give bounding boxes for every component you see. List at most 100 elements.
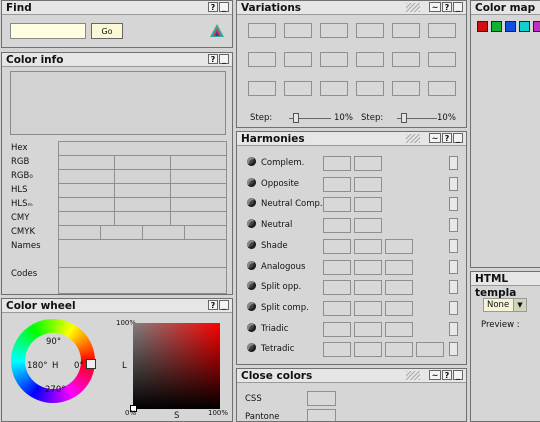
color-map-swatch[interactable] (477, 21, 488, 32)
harmony-select-button[interactable] (449, 156, 458, 170)
color-info-field[interactable] (58, 267, 227, 294)
variation-swatch[interactable] (392, 52, 420, 67)
variation-swatch[interactable] (248, 52, 276, 67)
minimize-button[interactable]: _ (453, 370, 463, 380)
wave-icon[interactable]: ~ (429, 2, 441, 12)
harmony-swatch[interactable] (323, 238, 351, 254)
drag-grip[interactable] (406, 134, 420, 143)
harmony-radio[interactable] (247, 343, 256, 353)
color-info-field[interactable] (114, 183, 171, 198)
minimize-button[interactable]: _ (219, 2, 229, 12)
color-map-swatch[interactable] (533, 21, 540, 32)
close-color-css-swatch[interactable] (307, 391, 336, 406)
step-slider-1-knob[interactable] (293, 113, 299, 123)
minimize-button[interactable]: _ (219, 300, 229, 310)
variation-swatch[interactable] (248, 23, 276, 38)
harmony-select-button[interactable] (449, 321, 458, 336)
drag-grip[interactable] (406, 371, 420, 380)
variation-swatch[interactable] (356, 52, 384, 67)
harmony-radio[interactable] (247, 157, 256, 166)
harmony-radio[interactable] (247, 322, 256, 332)
step-slider-2-knob[interactable] (401, 113, 407, 123)
color-info-field[interactable] (170, 211, 227, 226)
help-button[interactable]: ? (442, 370, 452, 380)
color-info-field[interactable] (114, 211, 171, 226)
variation-swatch[interactable] (392, 81, 420, 96)
harmony-swatch[interactable] (385, 259, 413, 275)
variation-swatch[interactable] (428, 23, 456, 38)
help-button[interactable]: ? (442, 2, 452, 12)
color-info-field[interactable] (58, 239, 227, 268)
harmony-swatch[interactable] (354, 218, 382, 234)
harmony-swatch[interactable] (323, 218, 351, 234)
harmony-swatch[interactable] (416, 342, 444, 358)
harmony-swatch[interactable] (354, 300, 382, 316)
variation-swatch[interactable] (248, 81, 276, 96)
color-info-field[interactable] (142, 225, 185, 240)
harmony-radio[interactable] (247, 260, 256, 270)
color-map-swatch[interactable] (505, 21, 516, 32)
color-info-field[interactable] (170, 183, 227, 198)
harmony-swatch[interactable] (323, 156, 351, 171)
harmony-swatch[interactable] (385, 280, 413, 296)
color-info-field[interactable] (170, 155, 227, 170)
harmony-swatch[interactable] (354, 321, 382, 337)
harmony-swatch[interactable] (323, 280, 351, 296)
hue-marker[interactable] (86, 359, 96, 369)
saturation-lightness-box[interactable] (133, 323, 220, 409)
help-button[interactable]: ? (208, 2, 218, 12)
variation-swatch[interactable] (428, 81, 456, 96)
variation-swatch[interactable] (356, 23, 384, 38)
harmony-swatch[interactable] (354, 156, 382, 171)
variation-swatch[interactable] (284, 23, 312, 38)
harmony-radio[interactable] (247, 219, 256, 229)
variation-swatch[interactable] (356, 81, 384, 96)
minimize-button[interactable]: _ (453, 2, 463, 12)
wave-icon[interactable]: ~ (429, 133, 441, 143)
harmony-swatch[interactable] (323, 321, 351, 337)
harmony-select-button[interactable] (449, 342, 458, 357)
go-button[interactable]: Go (91, 23, 123, 39)
wave-icon[interactable]: ~ (429, 370, 441, 380)
harmony-select-button[interactable] (449, 218, 458, 233)
harmony-radio[interactable] (247, 239, 256, 249)
harmony-radio[interactable] (247, 301, 256, 311)
variation-swatch[interactable] (320, 52, 348, 67)
color-info-field[interactable] (58, 141, 227, 156)
drag-grip[interactable] (406, 3, 420, 12)
variation-swatch[interactable] (284, 52, 312, 67)
variation-swatch[interactable] (284, 81, 312, 96)
color-info-field[interactable] (58, 155, 115, 170)
harmony-swatch[interactable] (354, 176, 382, 192)
minimize-button[interactable]: _ (453, 133, 463, 143)
harmony-swatch[interactable] (354, 280, 382, 296)
variation-swatch[interactable] (320, 23, 348, 38)
color-info-field[interactable] (114, 169, 171, 184)
color-map-swatch[interactable] (491, 21, 502, 32)
variation-swatch[interactable] (392, 23, 420, 38)
variation-swatch[interactable] (320, 81, 348, 96)
variation-swatch[interactable] (428, 52, 456, 67)
minimize-button[interactable]: _ (219, 54, 229, 64)
color-info-field[interactable] (114, 197, 171, 212)
harmony-radio[interactable] (247, 198, 256, 208)
harmony-swatch[interactable] (323, 300, 351, 316)
harmony-swatch[interactable] (385, 238, 413, 254)
harmony-radio[interactable] (247, 177, 256, 187)
harmony-swatch[interactable] (354, 238, 382, 254)
color-info-field[interactable] (170, 169, 227, 184)
color-info-field[interactable] (58, 225, 101, 240)
harmony-swatch[interactable] (354, 342, 382, 358)
close-color-pantone-swatch[interactable] (307, 409, 336, 421)
color-info-field[interactable] (58, 211, 115, 226)
harmony-swatch[interactable] (385, 321, 413, 337)
harmony-swatch[interactable] (323, 176, 351, 192)
harmony-swatch[interactable] (354, 197, 382, 213)
color-info-field[interactable] (184, 225, 227, 240)
harmony-select-button[interactable] (449, 197, 458, 212)
harmony-select-button[interactable] (449, 259, 458, 274)
color-info-field[interactable] (114, 155, 171, 170)
color-info-field[interactable] (58, 169, 115, 184)
color-info-field[interactable] (100, 225, 143, 240)
color-info-field[interactable] (58, 197, 115, 212)
